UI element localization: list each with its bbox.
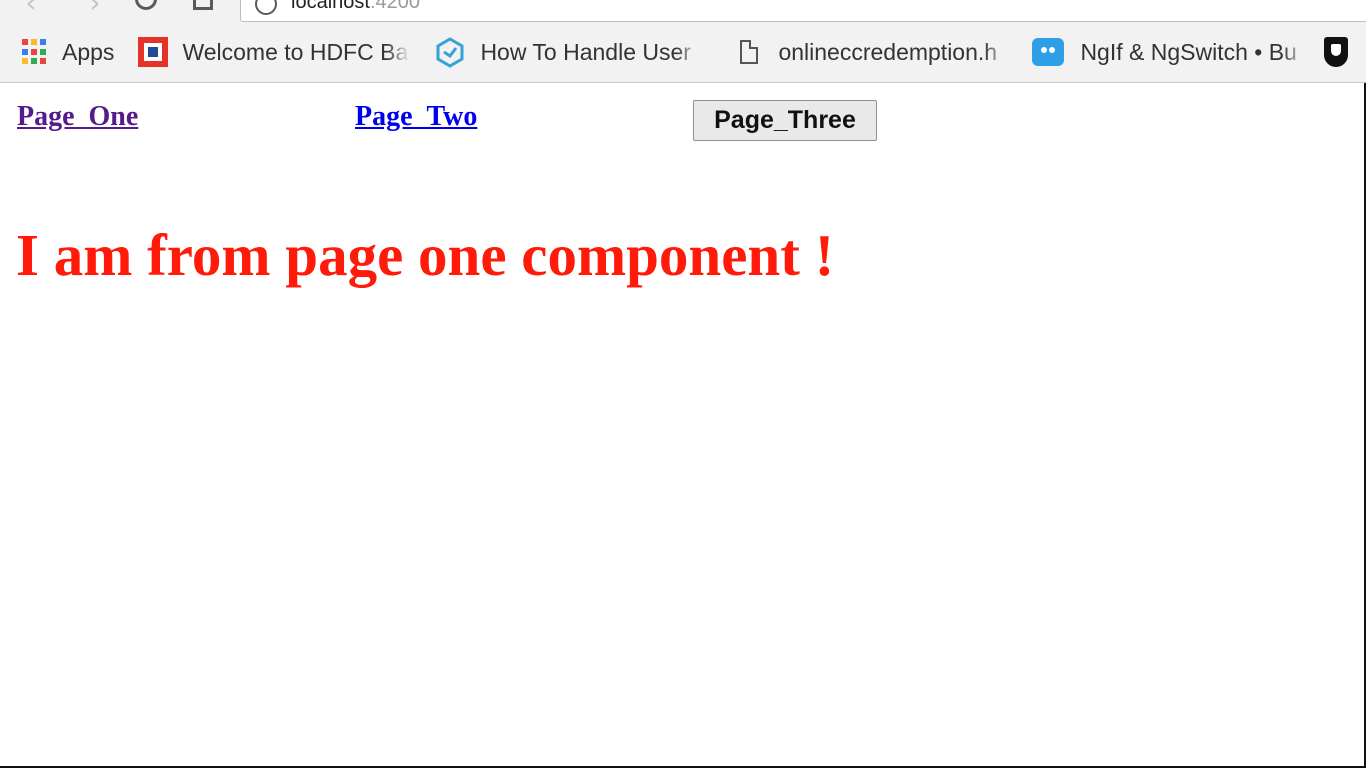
bookmark-label: onlineccredemption.h bbox=[778, 38, 1009, 66]
file-icon bbox=[740, 40, 759, 64]
shield-icon bbox=[1324, 37, 1349, 67]
page-one-link[interactable]: Page_One bbox=[17, 101, 138, 133]
back-arrow-icon[interactable]: ‹ bbox=[18, 0, 44, 17]
bookmark-overflow[interactable] bbox=[1324, 32, 1349, 72]
url-host: localhost bbox=[291, 0, 370, 13]
url-text[interactable]: localhost:4200 bbox=[291, 0, 420, 14]
bookmark-label: Apps bbox=[62, 38, 115, 65]
reload-icon[interactable] bbox=[135, 0, 157, 10]
bookmark-label: NgIf & NgSwitch • Bu bbox=[1080, 38, 1307, 66]
home-icon[interactable] bbox=[193, 0, 213, 10]
robot-icon bbox=[1032, 38, 1065, 66]
apps-grid-icon bbox=[22, 39, 48, 65]
address-bar[interactable]: localhost:4200 bbox=[240, 0, 1366, 22]
info-icon[interactable] bbox=[255, 0, 277, 15]
bookmark-handle-user[interactable]: How To Handle User bbox=[434, 32, 701, 72]
hdfc-icon bbox=[138, 37, 169, 67]
bookmarks-bar: Apps Welcome to HDFC Ba How To Handle Us… bbox=[0, 22, 1366, 83]
url-port: :4200 bbox=[369, 0, 420, 13]
page-three-button[interactable]: Page_Three bbox=[693, 100, 877, 141]
bookmark-hdfc[interactable]: Welcome to HDFC Ba bbox=[138, 32, 411, 72]
toolsqa-icon bbox=[434, 36, 466, 68]
forward-arrow-icon[interactable]: › bbox=[82, 0, 108, 17]
browser-toolbar: ‹ › localhost:4200 bbox=[0, 0, 1366, 22]
bookmark-onlineccredemption[interactable]: onlineccredemption.h bbox=[734, 32, 1009, 72]
bookmark-apps[interactable]: Apps bbox=[0, 32, 114, 72]
page-heading: I am from page one component ! bbox=[16, 222, 835, 288]
bookmark-label: How To Handle User bbox=[480, 38, 701, 66]
page-two-link[interactable]: Page_Two bbox=[355, 101, 477, 133]
bookmark-label: Welcome to HDFC Ba bbox=[182, 38, 411, 66]
page-content: Page_One Page_Two Page_Three I am from p… bbox=[0, 83, 1366, 768]
bookmark-ngif[interactable]: NgIf & NgSwitch • Bu bbox=[1032, 32, 1307, 72]
